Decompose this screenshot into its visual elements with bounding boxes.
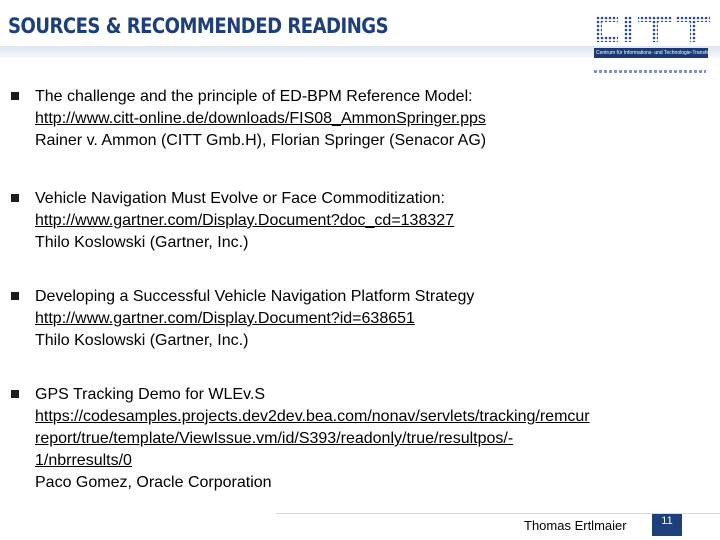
reading-author: Thilo Koslowski (Gartner, Inc.) — [35, 332, 249, 349]
reading-lines: The challenge and the principle of ED-BP… — [35, 86, 715, 152]
reading-lines: Vehicle Navigation Must Evolve or Face C… — [35, 188, 715, 254]
reading-author: Rainer v. Ammon (CITT Gmb.H), Florian Sp… — [35, 132, 487, 149]
reference-link[interactable]: report/true/template/ViewIssue.vm/id/S39… — [35, 428, 715, 450]
reading-title: GPS Tracking Demo for WLEv.S — [35, 386, 265, 403]
reading-title: Developing a Successful Vehicle Navigati… — [35, 288, 475, 305]
reference-link[interactable]: http://www.gartner.com/Display.Document?… — [35, 308, 715, 330]
reference-link[interactable]: 1/nbrresults/0 — [35, 450, 715, 472]
reference-link[interactable]: https://codesamples.projects.dev2dev.bea… — [35, 406, 715, 428]
bullet-icon — [11, 194, 19, 202]
bullet-icon — [11, 390, 19, 398]
slide: SOURCES & RECOMMENDED READINGS Centrum f… — [0, 0, 720, 540]
reading-title: The challenge and the principle of ED-BP… — [35, 88, 473, 105]
reference-link[interactable]: http://www.gartner.com/Display.Document?… — [35, 210, 715, 232]
reading-author: Thilo Koslowski (Gartner, Inc.) — [35, 234, 249, 251]
citt-logo-letters — [596, 16, 710, 42]
slide-title: SOURCES & RECOMMENDED READINGS — [8, 14, 389, 38]
reference-link[interactable]: http://www.citt-online.de/downloads/FIS0… — [35, 108, 715, 130]
presenter-name: Thomas Ertlmaier — [524, 518, 627, 533]
citt-logo: Centrum für Informations- und Technologi… — [588, 12, 714, 73]
bullet-icon — [11, 292, 19, 300]
page-number: 11 — [652, 514, 682, 536]
bullet-icon — [11, 92, 19, 100]
citt-logo-tagline: Centrum für Informations- und Technologi… — [594, 48, 708, 58]
reading-title: Vehicle Navigation Must Evolve or Face C… — [35, 190, 445, 207]
reading-lines: GPS Tracking Demo for WLEv.S https://code… — [35, 384, 715, 494]
reading-lines: Developing a Successful Vehicle Navigati… — [35, 286, 715, 352]
logo-underline — [594, 70, 706, 73]
reading-author: Paco Gomez, Oracle Corporation — [35, 474, 272, 491]
